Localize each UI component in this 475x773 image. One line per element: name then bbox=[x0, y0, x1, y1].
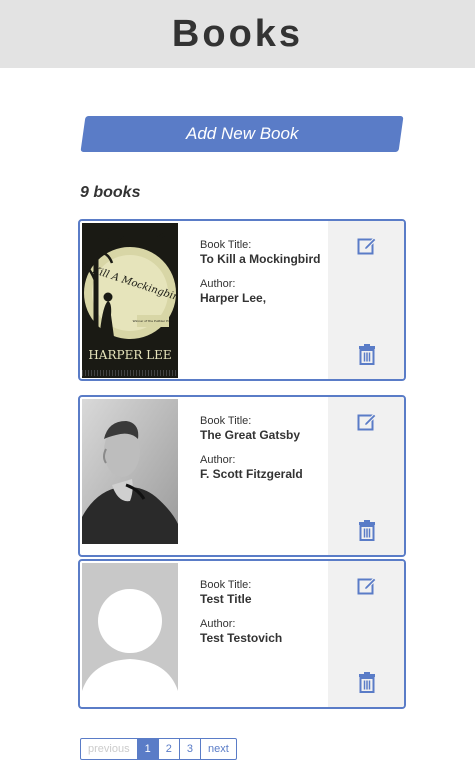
page-title: Books bbox=[171, 12, 304, 55]
trash-icon[interactable] bbox=[356, 343, 378, 365]
pagination-page-2[interactable]: 2 bbox=[159, 739, 180, 759]
book-card: Book Title: The Great Gatsby Author: F. … bbox=[78, 395, 406, 557]
book-actions bbox=[328, 397, 404, 555]
pagination-next[interactable]: next bbox=[201, 739, 236, 759]
book-actions bbox=[328, 561, 404, 707]
trash-icon[interactable] bbox=[356, 519, 378, 541]
book-cover bbox=[82, 399, 178, 554]
cover-author-text: HARPER LEE bbox=[88, 348, 171, 362]
edit-icon[interactable] bbox=[356, 574, 378, 596]
add-new-book-label: Add New Book bbox=[185, 124, 299, 143]
trash-icon[interactable] bbox=[356, 671, 378, 693]
pagination-page-1[interactable]: 1 bbox=[137, 739, 159, 759]
pagination-previous[interactable]: previous bbox=[81, 739, 138, 759]
placeholder-avatar-icon bbox=[82, 563, 178, 707]
add-new-book-button[interactable]: Add New Book bbox=[80, 116, 404, 152]
book-card: Book Title: Test Title Author: Test Test… bbox=[78, 559, 406, 709]
book-card: To Kill A Mockingbird Winner of the Puli… bbox=[78, 219, 406, 381]
portrait-photo-image bbox=[82, 399, 178, 544]
pagination-page-3[interactable]: 3 bbox=[180, 739, 201, 759]
pagination: previous 1 2 3 next bbox=[80, 738, 237, 760]
book-count: 9 books bbox=[80, 184, 141, 201]
book-actions bbox=[328, 221, 404, 379]
page-header: Books bbox=[0, 0, 475, 68]
edit-icon[interactable] bbox=[356, 234, 378, 256]
book-cover bbox=[82, 563, 178, 707]
cover-note-text: Winner of the Pulitzer Prize bbox=[133, 319, 174, 323]
mockingbird-cover-image: To Kill A Mockingbird Winner of the Puli… bbox=[82, 223, 178, 378]
book-cover: To Kill A Mockingbird Winner of the Puli… bbox=[82, 223, 178, 378]
edit-icon[interactable] bbox=[356, 410, 378, 432]
